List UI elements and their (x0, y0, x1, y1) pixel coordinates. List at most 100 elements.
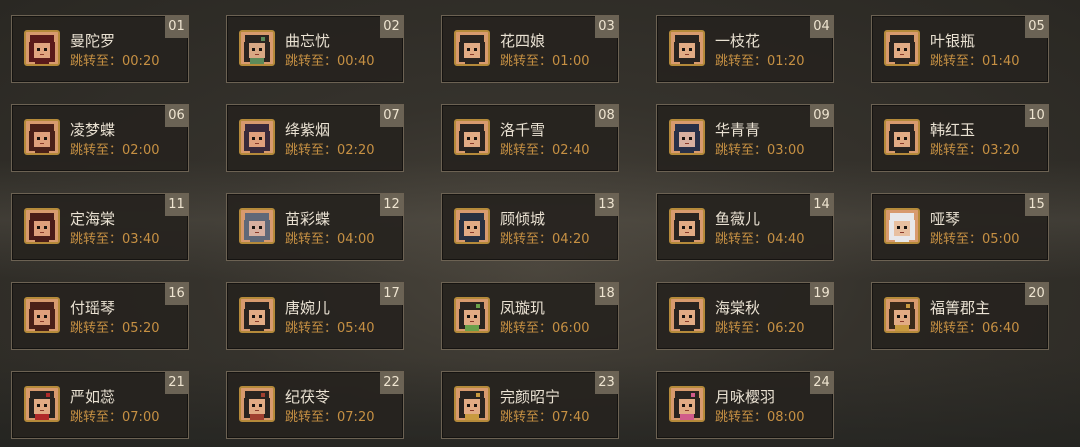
character-name: 海棠秋 (715, 299, 761, 317)
character-name: 定海棠 (70, 210, 116, 228)
character-card[interactable]: 21 严如蕊 跳转至：07:00 (11, 371, 189, 439)
character-card[interactable]: 07 绛紫烟跳转至：02:20 (226, 104, 404, 172)
jump-time: 00:20 (122, 54, 160, 69)
card-number: 23 (595, 372, 618, 394)
character-card[interactable]: 05 叶银瓶 跳转至：01:40 (871, 15, 1049, 83)
jump-time-link[interactable]: 跳转至：04:20 (500, 232, 589, 248)
jump-time: 04:00 (337, 232, 375, 247)
jump-time: 06:00 (552, 321, 590, 336)
jump-time-link[interactable]: 跳转至：01:00 (500, 54, 589, 70)
character-name: 花四娘 (500, 32, 546, 50)
jump-time-link[interactable]: 跳转至：02:20 (285, 143, 374, 159)
character-card[interactable]: 06 凌梦蝶 跳转至：02:00 (11, 104, 189, 172)
character-card[interactable]: 15 哑琴 跳转至：05:00 (871, 193, 1049, 261)
jump-prefix: 跳转至： (930, 232, 983, 247)
character-avatar-icon (669, 386, 705, 422)
jump-time: 07:00 (122, 410, 160, 425)
jump-time-link[interactable]: 跳转至：03:20 (930, 143, 1019, 159)
jump-time: 05:40 (337, 321, 375, 336)
jump-time: 01:00 (552, 54, 590, 69)
character-card[interactable]: 01 曼陀罗 跳转至：00:20 (11, 15, 189, 83)
jump-prefix: 跳转至： (715, 321, 768, 336)
character-card[interactable]: 09 华青青 跳转至：03:00 (656, 104, 834, 172)
jump-prefix: 跳转至： (500, 54, 553, 69)
jump-prefix: 跳转至： (70, 410, 123, 425)
card-number: 09 (810, 105, 833, 127)
character-card[interactable]: 04 一枝花 跳转至：01:20 (656, 15, 834, 83)
jump-time-link[interactable]: 跳转至：07:00 (70, 410, 159, 426)
jump-time-link[interactable]: 跳转至：06:40 (930, 321, 1019, 337)
character-card[interactable]: 16 付瑶琴 跳转至：05:20 (11, 282, 189, 350)
jump-time-link[interactable]: 跳转至：04:40 (715, 232, 804, 248)
character-card[interactable]: 23 完颜昭宁 跳转至：07:40 (441, 371, 619, 439)
character-card[interactable]: 10 韩红玉跳转至：03:20 (871, 104, 1049, 172)
character-avatar-icon (239, 208, 275, 244)
jump-time-link[interactable]: 跳转至：03:40 (70, 232, 159, 248)
character-card[interactable]: 02 曲忘忧 跳转至：00:40 (226, 15, 404, 83)
character-card[interactable]: 14 鱼薇儿 跳转至：04:40 (656, 193, 834, 261)
jump-prefix: 跳转至： (500, 232, 553, 247)
jump-time-link[interactable]: 跳转至：04:00 (285, 232, 374, 248)
jump-prefix: 跳转至： (930, 321, 983, 336)
jump-time: 04:20 (552, 232, 590, 247)
card-number: 19 (810, 283, 833, 305)
jump-time-link[interactable]: 跳转至：06:20 (715, 321, 804, 337)
jump-time-link[interactable]: 跳转至：05:00 (930, 232, 1019, 248)
jump-time: 07:40 (552, 410, 590, 425)
character-name: 叶银瓶 (930, 32, 976, 50)
jump-prefix: 跳转至： (500, 143, 553, 158)
jump-time: 06:20 (767, 321, 805, 336)
card-number: 22 (380, 372, 403, 394)
character-card[interactable]: 19 海棠秋跳转至：06:20 (656, 282, 834, 350)
character-card[interactable]: 17 唐婉儿 跳转至：05:40 (226, 282, 404, 350)
character-card[interactable]: 13 顾倾城 跳转至：04:20 (441, 193, 619, 261)
card-number: 14 (810, 194, 833, 216)
character-avatar-icon (24, 30, 60, 66)
jump-time-link[interactable]: 跳转至：03:00 (715, 143, 804, 159)
character-card[interactable]: 22 纪茯苓 跳转至：07:20 (226, 371, 404, 439)
character-name: 顾倾城 (500, 210, 546, 228)
character-name: 凌梦蝶 (70, 121, 116, 139)
character-card[interactable]: 12 苗彩蝶 跳转至：04:00 (226, 193, 404, 261)
jump-time: 02:20 (337, 143, 375, 158)
jump-time-link[interactable]: 跳转至：07:20 (285, 410, 374, 426)
jump-time: 02:00 (122, 143, 160, 158)
jump-time-link[interactable]: 跳转至：05:40 (285, 321, 374, 337)
card-number: 20 (1025, 283, 1048, 305)
jump-time-link[interactable]: 跳转至：05:20 (70, 321, 159, 337)
character-avatar-icon (884, 119, 920, 155)
character-name: 韩红玉 (930, 121, 976, 139)
jump-time: 04:40 (767, 232, 805, 247)
jump-time-link[interactable]: 跳转至：07:40 (500, 410, 589, 426)
jump-prefix: 跳转至： (930, 143, 983, 158)
card-number: 07 (380, 105, 403, 127)
character-card[interactable]: 03 花四娘 跳转至：01:00 (441, 15, 619, 83)
character-avatar-icon (884, 297, 920, 333)
jump-time: 05:00 (982, 232, 1020, 247)
character-name: 苗彩蝶 (285, 210, 331, 228)
jump-time-link[interactable]: 跳转至：02:40 (500, 143, 589, 159)
card-number: 18 (595, 283, 618, 305)
jump-time-link[interactable]: 跳转至：01:40 (930, 54, 1019, 70)
character-name: 付瑶琴 (70, 299, 116, 317)
jump-time-link[interactable]: 跳转至：08:00 (715, 410, 804, 426)
jump-time-link[interactable]: 跳转至：01:20 (715, 54, 804, 70)
jump-time-link[interactable]: 跳转至：02:00 (70, 143, 159, 159)
character-card[interactable]: 20 福箐郡主 跳转至：06:40 (871, 282, 1049, 350)
character-card[interactable]: 11 定海棠 跳转至：03:40 (11, 193, 189, 261)
jump-time: 01:40 (982, 54, 1020, 69)
jump-prefix: 跳转至： (70, 321, 123, 336)
jump-time-link[interactable]: 跳转至：06:00 (500, 321, 589, 337)
character-avatar-icon (669, 297, 705, 333)
character-avatar-icon (454, 30, 490, 66)
character-card[interactable]: 24 月咏樱羽 跳转至：08:00 (656, 371, 834, 439)
character-card[interactable]: 08 洛千雪 跳转至：02:40 (441, 104, 619, 172)
jump-time-link[interactable]: 跳转至：00:40 (285, 54, 374, 70)
card-number: 10 (1025, 105, 1048, 127)
character-name: 洛千雪 (500, 121, 546, 139)
character-name: 一枝花 (715, 32, 761, 50)
character-name: 绛紫烟 (285, 121, 331, 139)
jump-prefix: 跳转至： (285, 54, 338, 69)
jump-time-link[interactable]: 跳转至：00:20 (70, 54, 159, 70)
character-card[interactable]: 18 凤璇玑 跳转至：06:00 (441, 282, 619, 350)
